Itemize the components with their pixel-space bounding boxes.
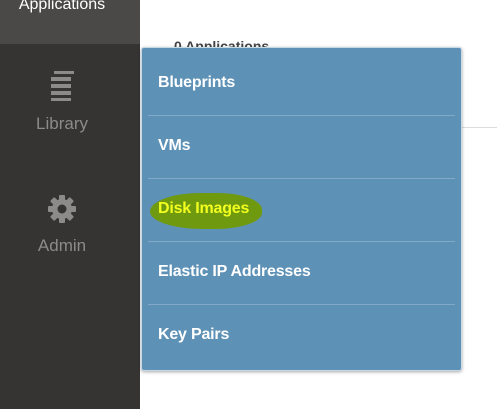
menu-item-label: VMs — [158, 137, 191, 154]
sidebar-item-library[interactable]: Library — [0, 70, 124, 134]
sidebar-item-admin[interactable]: Admin — [0, 194, 124, 256]
menu-item-elastic-ip-addresses[interactable]: Elastic IP Addresses — [148, 242, 455, 305]
sidebar-item-label: Library — [36, 114, 88, 133]
stack-icon — [0, 70, 124, 107]
menu-item-label: Elastic IP Addresses — [158, 263, 311, 280]
sidebar-item-applications[interactable]: Applications — [0, 0, 140, 44]
menu-item-blueprints[interactable]: Blueprints — [148, 53, 455, 116]
menu-item-vms[interactable]: VMs — [148, 116, 455, 179]
sidebar-nav: Applications Library Admin — [0, 0, 140, 409]
dropdown-menu: Blueprints VMs Disk Images Elastic IP Ad… — [141, 47, 462, 371]
menu-item-label: Key Pairs — [158, 326, 230, 343]
gear-icon — [0, 194, 124, 229]
dropdown-menu-list: Blueprints VMs Disk Images Elastic IP Ad… — [148, 53, 455, 365]
sidebar-item-label: Applications — [18, 0, 106, 13]
menu-item-label: Blueprints — [158, 74, 236, 91]
menu-item-label: Disk Images — [158, 200, 250, 217]
menu-item-disk-images[interactable]: Disk Images — [148, 179, 455, 242]
sidebar-item-label: Admin — [37, 236, 87, 255]
menu-item-key-pairs[interactable]: Key Pairs — [148, 305, 455, 368]
app-window: Applications Library Admin 0 Application… — [0, 0, 497, 409]
divider — [462, 127, 497, 128]
